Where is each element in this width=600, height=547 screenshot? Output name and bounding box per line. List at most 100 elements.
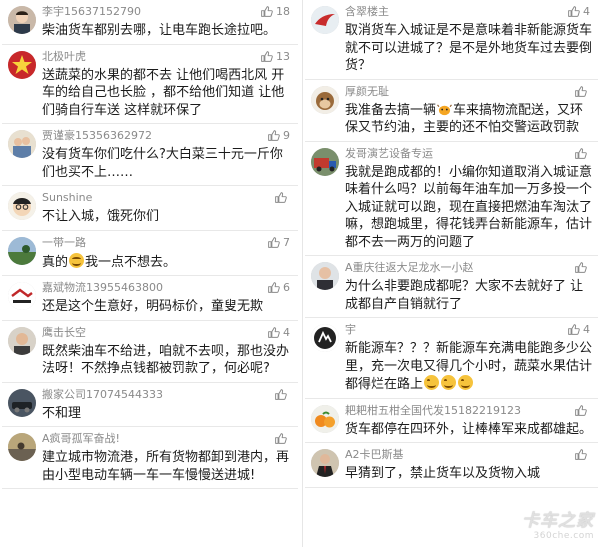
- user-avatar[interactable]: [311, 85, 339, 114]
- like-button[interactable]: [574, 404, 590, 417]
- username[interactable]: 耙耙柑五柑全国代发15182219123: [345, 404, 592, 418]
- like-count: 18: [276, 5, 290, 18]
- like-button[interactable]: [274, 191, 290, 204]
- thumbs-up-icon: [261, 6, 273, 17]
- comment-item: 一带一路 7 真的 我一点不想去。: [2, 231, 298, 276]
- username[interactable]: 厚颜无耻: [345, 85, 592, 99]
- thumbs-up-icon: [568, 6, 580, 17]
- comment-item: Sunshine 不让入城，饿死你们: [2, 186, 298, 231]
- username[interactable]: 鹰击长空: [42, 326, 292, 340]
- thumbs-up-icon: [275, 433, 287, 444]
- username[interactable]: 李宇15637152790: [42, 5, 292, 19]
- user-avatar[interactable]: [311, 324, 339, 352]
- like-button[interactable]: [574, 85, 590, 98]
- username[interactable]: 发哥演艺设备专运: [345, 147, 592, 161]
- like-button[interactable]: [574, 448, 590, 461]
- like-count: 13: [276, 49, 290, 63]
- comment-text-body: 柴油货车都别去哪，让电车跑长途拉吧。: [42, 23, 277, 38]
- thumbs-up-icon: [268, 130, 280, 141]
- username[interactable]: 宇: [345, 323, 592, 337]
- username[interactable]: 一带一路: [42, 236, 292, 250]
- comment-text-body: 没有货车你们吃什么?大白菜三十元一斤你们也买不上……: [42, 147, 283, 180]
- comment-item: 北极叶虎 13 送蔬菜的水果的都不去 让他们喝西北风 开车的给自己也长脸 ，都不给他…: [2, 45, 298, 124]
- like-count: 9: [283, 129, 290, 142]
- username[interactable]: 搬家公司17074544333: [42, 388, 292, 402]
- like-button[interactable]: [574, 261, 590, 274]
- comment-item: 贾谨豪15356362972 9 没有货车你们吃什么?大白菜三十元一斤你们也买不上……: [2, 124, 298, 186]
- comment-item: A疯哥孤军奋战! 建立城市物流港，所有货物都卸到港内，再由小型电动车辆一车一车慢慢…: [2, 427, 298, 489]
- user-avatar[interactable]: [311, 6, 339, 34]
- comment-item: 鹰击长空 4 既然柴油车不给进，咱就不去呗，那也没办法呀！不然挣点钱都被罚款了，何必…: [2, 321, 298, 383]
- user-avatar[interactable]: [8, 326, 36, 355]
- comment-text-part: 我一点不想去。: [85, 254, 177, 270]
- thumbs-up-icon: [275, 192, 287, 203]
- comment-text: 不让入城，饿死你们: [42, 208, 292, 226]
- comment-text: 我准备去搞一辆 车来搞物流配送，又环保又节约油，主要的还不怕交警运政罚款: [345, 102, 592, 137]
- thumbs-up-icon: [575, 404, 587, 416]
- username[interactable]: A疯哥孤军奋战!: [42, 432, 292, 446]
- comment-text-body: 不让入城，饿死你们: [42, 209, 160, 224]
- comment-text-body: 我就是跑成都的！小编你知道取消入城证意味着什么吗？以前每年油车加一万多投一个入城…: [345, 164, 593, 250]
- comment-item: A2卡巴斯基 早猜到了，禁止货车以及货物入城: [305, 443, 598, 488]
- username[interactable]: 北极叶虎: [42, 50, 292, 64]
- thumbs-up-icon: [575, 262, 587, 273]
- user-avatar[interactable]: [8, 130, 36, 158]
- user-avatar[interactable]: [311, 262, 339, 290]
- user-avatar[interactable]: [8, 236, 36, 265]
- like-count: 4: [583, 5, 590, 18]
- comment-text-body: 货车都停在四环外，让棒棒军来成都雄起。: [345, 421, 593, 437]
- user-avatar[interactable]: [8, 192, 36, 220]
- like-button[interactable]: 4: [267, 326, 290, 339]
- comment-text: 没有货车你们吃什么?大白菜三十元一斤你们也买不上……: [42, 146, 292, 181]
- like-button[interactable]: 18: [260, 5, 290, 18]
- like-button[interactable]: [274, 388, 290, 401]
- cow-icon: [437, 104, 452, 115]
- comment-item: 厚颜无耻我准备去搞一辆 车来搞物流配送，又环保又节约油，主要的还不怕交警运政罚款: [305, 80, 598, 142]
- user-avatar[interactable]: [8, 6, 36, 34]
- comment-text: 送蔬菜的水果的都不去 让他们喝西北风 开车的给自己也长脸 ，都不给他们知道 让他…: [42, 67, 292, 120]
- username[interactable]: 嘉斌物流13955463800: [42, 281, 292, 295]
- comment-item: 嘉斌物流13955463800 6 还是这个生意好，明码标价，童叟无欺: [2, 276, 298, 321]
- like-button[interactable]: [274, 432, 290, 445]
- thumbs-up-icon: [575, 85, 587, 97]
- watermark-main: 卡车之家: [522, 511, 594, 531]
- like-button[interactable]: 9: [267, 129, 290, 142]
- user-avatar[interactable]: [311, 449, 339, 477]
- user-avatar[interactable]: [8, 50, 36, 79]
- comment-item: 耙耙柑五柑全国代发15182219123 货车都停在四环外，让棒棒军来成都雄起。: [305, 399, 598, 443]
- like-button[interactable]: 7: [267, 236, 290, 249]
- watermark-sub: 360che.com: [533, 531, 594, 541]
- like-count: 7: [283, 235, 290, 249]
- username[interactable]: 含翠楼主: [345, 5, 592, 19]
- comment-text-body: 既然柴油车不给进，咱就不去呗，那也没办法呀！不然挣点钱都被罚款了，何必呢?: [42, 343, 290, 377]
- user-avatar[interactable]: [8, 433, 36, 461]
- user-avatar[interactable]: [8, 388, 36, 417]
- like-button[interactable]: 6: [267, 281, 290, 294]
- thumbs-up-icon: [268, 326, 280, 338]
- watermark: 卡车之家 360che.com: [522, 506, 594, 541]
- comment-text: 取消货车入城证是不是意味着非新能源货车就不可以进城了？是不是外地货车过去要倒货？: [345, 22, 592, 75]
- user-avatar[interactable]: [8, 282, 36, 310]
- comment-text: 货车都停在四环外，让棒棒军来成都雄起。: [345, 421, 592, 439]
- like-button[interactable]: 4: [567, 5, 590, 18]
- like-button[interactable]: [574, 147, 590, 160]
- username[interactable]: A重庆往返大足龙水一小赵: [345, 261, 592, 275]
- comment-text-body: 不和理: [42, 405, 82, 421]
- username[interactable]: 贾谨豪15356362972: [42, 129, 292, 143]
- smile-emoji: [424, 375, 440, 390]
- comment-text-body: 为什么非要跑成都呢？大家不去就好了 让成都自产自销就行了: [345, 279, 584, 312]
- comment-text-part: 我准备去搞一辆: [345, 102, 437, 118]
- comment-text-body: 送蔬菜的水果的都不去 让他们喝西北风 开车的给自己也长脸 ，都不给他们知道 让他…: [42, 67, 285, 118]
- comment-text-body: 还是这个生意好，明码标价，童叟无欺: [42, 299, 264, 314]
- like-button[interactable]: 4: [567, 323, 590, 336]
- user-avatar[interactable]: [311, 404, 339, 433]
- thumbs-up-icon: [275, 388, 287, 400]
- username[interactable]: A2卡巴斯基: [345, 448, 592, 462]
- username[interactable]: Sunshine: [42, 191, 292, 205]
- comment-text: 建立城市物流港，所有货物都卸到港内，再由小型电动车辆一车一车慢慢送进城!: [42, 449, 292, 484]
- comment-text: 新能源车？？？新能源车充满电能跑多少公里，充一次电又得几个小时，蔬菜水果估计都得…: [345, 340, 592, 394]
- thumbs-up-icon: [575, 147, 587, 159]
- user-avatar[interactable]: [311, 147, 339, 176]
- thumbs-up-icon: [568, 324, 580, 335]
- like-button[interactable]: 13: [260, 50, 290, 63]
